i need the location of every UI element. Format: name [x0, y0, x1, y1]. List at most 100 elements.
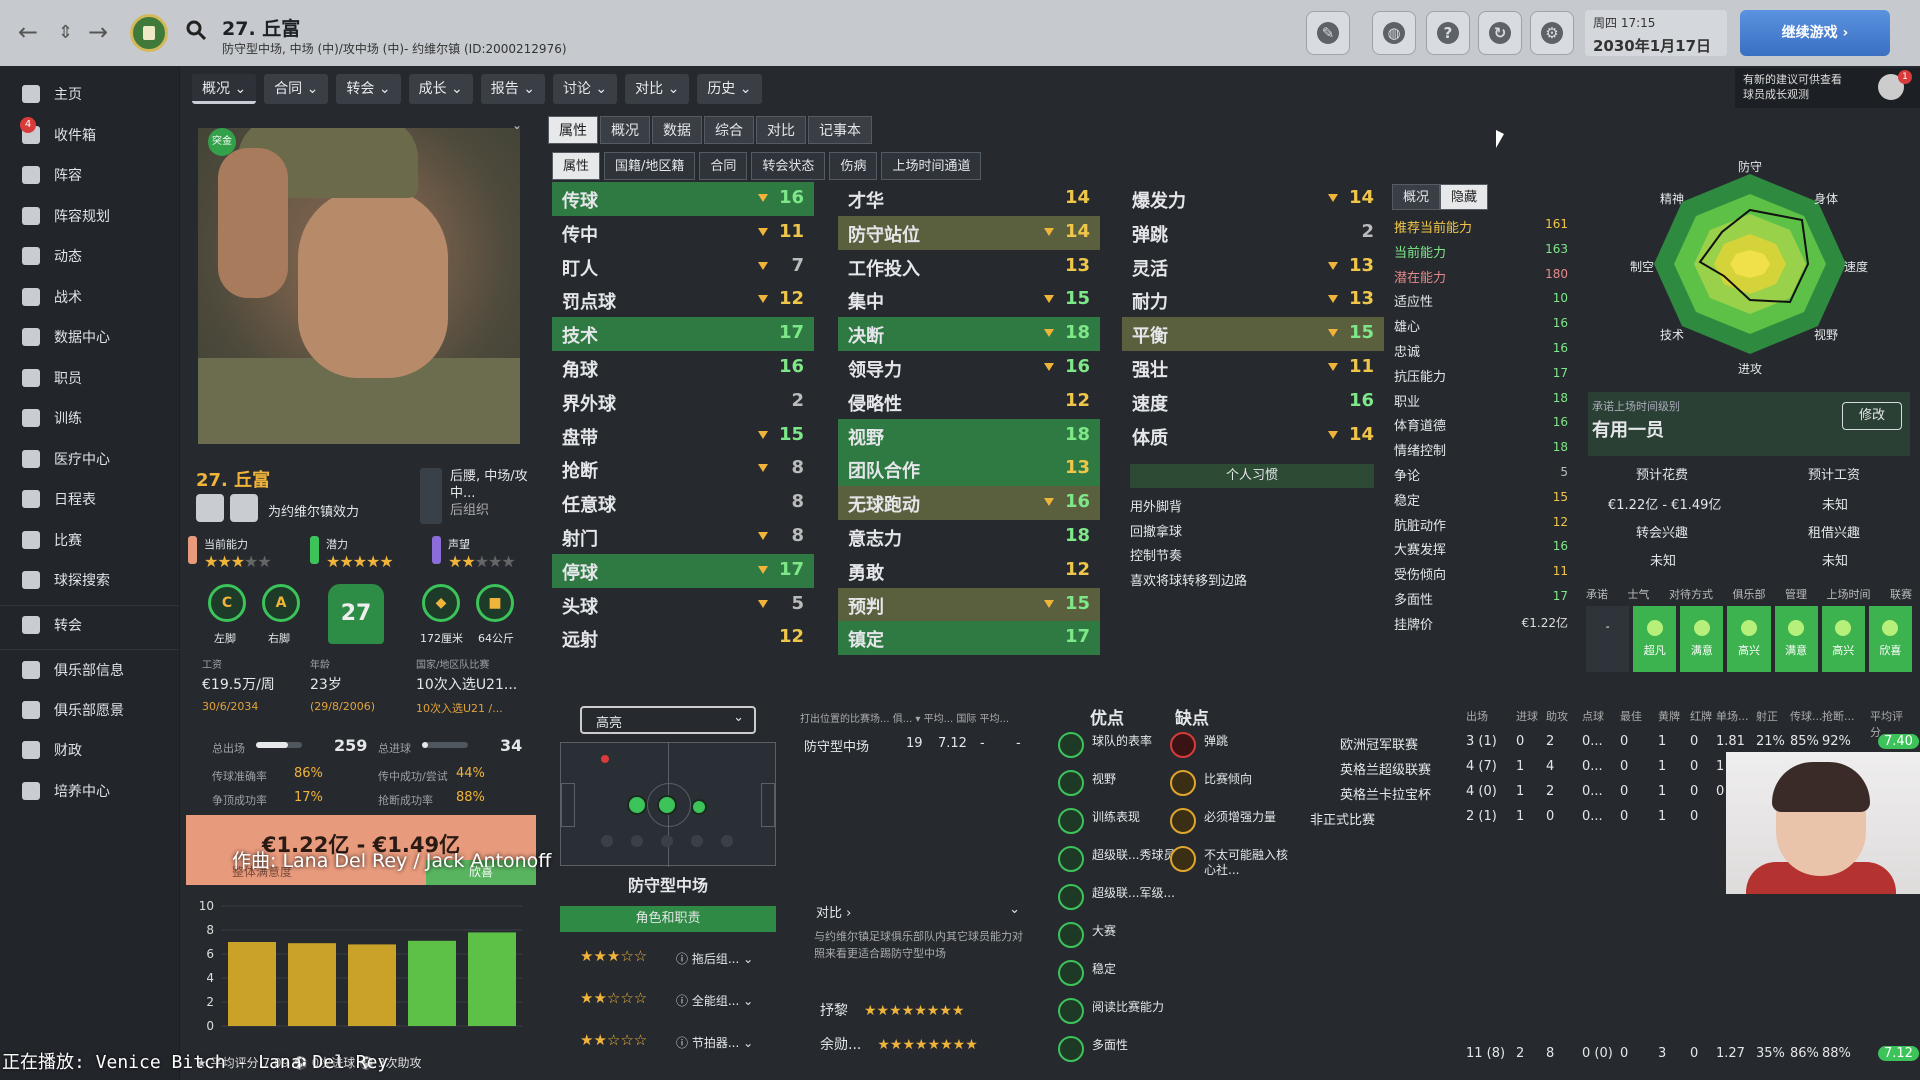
help-button[interactable]: ? [1426, 11, 1470, 55]
happiness-cell[interactable]: 满意 [1680, 606, 1724, 672]
pro-text: 大赛 [1092, 924, 1117, 938]
tab-main[interactable]: 数据 [652, 116, 702, 144]
tab-attribute[interactable]: 伤病 [829, 152, 878, 180]
continue-game-button[interactable]: 继续游戏 › [1740, 10, 1890, 56]
subnav-tab[interactable]: 历史 ⌄ [697, 74, 762, 104]
subnav-tab[interactable]: 成长 ⌄ [408, 74, 473, 104]
sidebar-item[interactable]: 俱乐部信息 [0, 649, 179, 690]
happiness-cell[interactable]: 超凡 [1633, 606, 1677, 672]
hidden-value: 16 [1552, 340, 1568, 355]
radar-label: 技术 [1660, 328, 1685, 342]
subnav-tab[interactable]: 对比 ⌄ [625, 74, 690, 104]
happiness-cell[interactable]: 高兴 [1727, 606, 1771, 672]
sidebar-item[interactable]: 职员 [0, 358, 179, 399]
rating-bar[interactable] [228, 942, 276, 1026]
tab-attribute[interactable]: 转会状态 [751, 152, 826, 180]
technical-attributes: 传球 16 传中 11 盯人 7 罚点球 12 技术 17 角球 16 界外球 2 盘带 15 抢断 8 任意球 8 射… [552, 182, 814, 655]
rating-badge: 7.12 [1878, 1046, 1919, 1061]
hidden-tab[interactable]: 概况 [1392, 184, 1441, 210]
collapse-chevron-icon[interactable]: ⌄ [512, 118, 524, 132]
club-crest-icon[interactable] [130, 14, 168, 52]
role-row[interactable]: ★★☆☆☆ ⓘ 节拍器... ⌄ [560, 1028, 776, 1054]
tab-attribute[interactable]: 合同 [699, 152, 748, 180]
sidebar-item[interactable]: 阵容 [0, 155, 179, 196]
tab-main[interactable]: 对比 [756, 116, 806, 144]
sidebar-item-icon [22, 247, 40, 266]
rating-bar[interactable] [468, 932, 516, 1026]
happiness-cell[interactable]: 高兴 [1821, 606, 1865, 672]
sidebar-item[interactable]: 收件箱 4 [0, 115, 179, 156]
happiness-cell[interactable]: 欣喜 [1868, 606, 1912, 672]
tab-main[interactable]: 属性 [548, 116, 598, 144]
sidebar-item[interactable]: 医疗中心 [0, 439, 179, 480]
modify-button[interactable]: 修改 [1842, 402, 1902, 430]
globe-button[interactable]: ◍ [1372, 11, 1416, 55]
up-down-icon[interactable]: ⇕ [58, 22, 73, 43]
subnav-tab[interactable]: 概况 ⌄ [192, 74, 257, 104]
sidebar-item-icon [22, 530, 40, 549]
loan-header: 租借兴趣 [1808, 526, 1861, 541]
sidebar-item-label: 阵容 [54, 168, 82, 185]
sidebar-item[interactable]: 比赛 [0, 520, 179, 561]
sidebar-item[interactable]: 训练 [0, 398, 179, 439]
role-name: ⓘ 拖后组... ⌄ [676, 952, 754, 966]
habit-item: 控制节奏 [1130, 549, 1183, 565]
sidebar-item[interactable]: 阵容规划 [0, 196, 179, 237]
compare-dropdown[interactable]: 对比 › ⌄ [804, 898, 1026, 928]
sidebar-item[interactable]: 战术 [0, 277, 179, 318]
mouse-cursor [1496, 130, 1504, 148]
tab-main[interactable]: 综合 [704, 116, 754, 144]
height-icon: ◆ [422, 584, 460, 622]
hidden-name: 潜在能力 [1394, 270, 1447, 286]
role-row[interactable]: ★★☆☆☆ ⓘ 全能组... ⌄ [560, 986, 776, 1012]
sidebar-item[interactable]: 日程表 [0, 479, 179, 520]
subnav-tab[interactable]: 讨论 ⌄ [552, 74, 618, 104]
role-row[interactable]: ★★★☆☆ ⓘ 拖后组... ⌄ [560, 944, 776, 970]
compare-row[interactable]: 余勋... ★★★★★★★★ [820, 1034, 1020, 1054]
attribute-name: 传球 [562, 191, 598, 212]
notification-panel[interactable]: 有新的建议可供查看 球员成长观测 1 [1735, 68, 1920, 108]
refresh-button[interactable]: ↻ [1478, 11, 1522, 55]
sidebar-item[interactable]: 主页 [0, 74, 179, 115]
subnav-tab[interactable]: 报告 ⌄ [480, 74, 545, 104]
tab-attribute[interactable]: 属性 [552, 152, 601, 180]
position-box[interactable]: 后腰, 中场/攻中... 后组织 [420, 466, 538, 528]
sidebar-item-icon [22, 571, 40, 590]
rating-bar[interactable] [348, 944, 396, 1026]
rating-bar[interactable] [288, 943, 336, 1026]
edit-button[interactable]: ✎ [1306, 11, 1350, 55]
sidebar-item[interactable]: 球探搜索 [0, 560, 179, 601]
hidden-row: 稳定 15 [1392, 487, 1570, 512]
rating-bar[interactable] [408, 940, 456, 1026]
club-badges [196, 494, 258, 522]
compare-row[interactable]: 抒黎 ★★★★★★★★ [820, 1000, 1020, 1020]
tab-attribute[interactable]: 国籍/地区籍 [604, 152, 696, 180]
sidebar-item[interactable]: 转会 [0, 604, 179, 646]
tab-attribute[interactable]: 上场时间通道 [881, 152, 982, 180]
hidden-tab[interactable]: 隐藏 [1440, 184, 1489, 210]
happiness-cell[interactable]: - [1586, 606, 1630, 672]
table-header: 射正 [1756, 710, 1778, 723]
settings-button[interactable]: ⚙ [1530, 11, 1574, 55]
happiness-cell[interactable]: 满意 [1774, 606, 1818, 672]
attribute-row: 工作投入 13 [838, 250, 1100, 284]
sidebar-item[interactable]: 俱乐部愿景 [0, 690, 179, 731]
back-icon[interactable]: ← [18, 18, 38, 46]
highlight-select[interactable]: 高亮 ⌄ [580, 706, 756, 734]
subnav-tab[interactable]: 合同 ⌄ [264, 74, 329, 104]
tab-main[interactable]: 记事本 [808, 116, 872, 144]
table-row[interactable]: 欧洲冠军联赛 3 (1) 0 2 0... 0 1 0 1.81 21% 85% 92% 7.40 [1310, 730, 1919, 754]
sidebar-item[interactable]: 数据中心 [0, 317, 179, 358]
smiley-icon [1740, 620, 1757, 636]
sidebar-item-label: 主页 [54, 87, 82, 104]
subnav-tab[interactable]: 转会 ⌄ [336, 74, 401, 104]
sidebar-item[interactable]: 培养中心 [0, 771, 179, 812]
sidebar-item[interactable]: 动态 [0, 236, 179, 277]
attribute-value: 16 [778, 355, 804, 377]
forward-icon[interactable]: → [88, 18, 108, 46]
sidebar-item[interactable]: 财政 [0, 730, 179, 771]
role-name: 防守型中场 [627, 876, 708, 895]
hidden-value: 18 [1552, 390, 1568, 405]
search-icon[interactable] [186, 20, 206, 40]
tab-main[interactable]: 概况 [600, 116, 650, 144]
